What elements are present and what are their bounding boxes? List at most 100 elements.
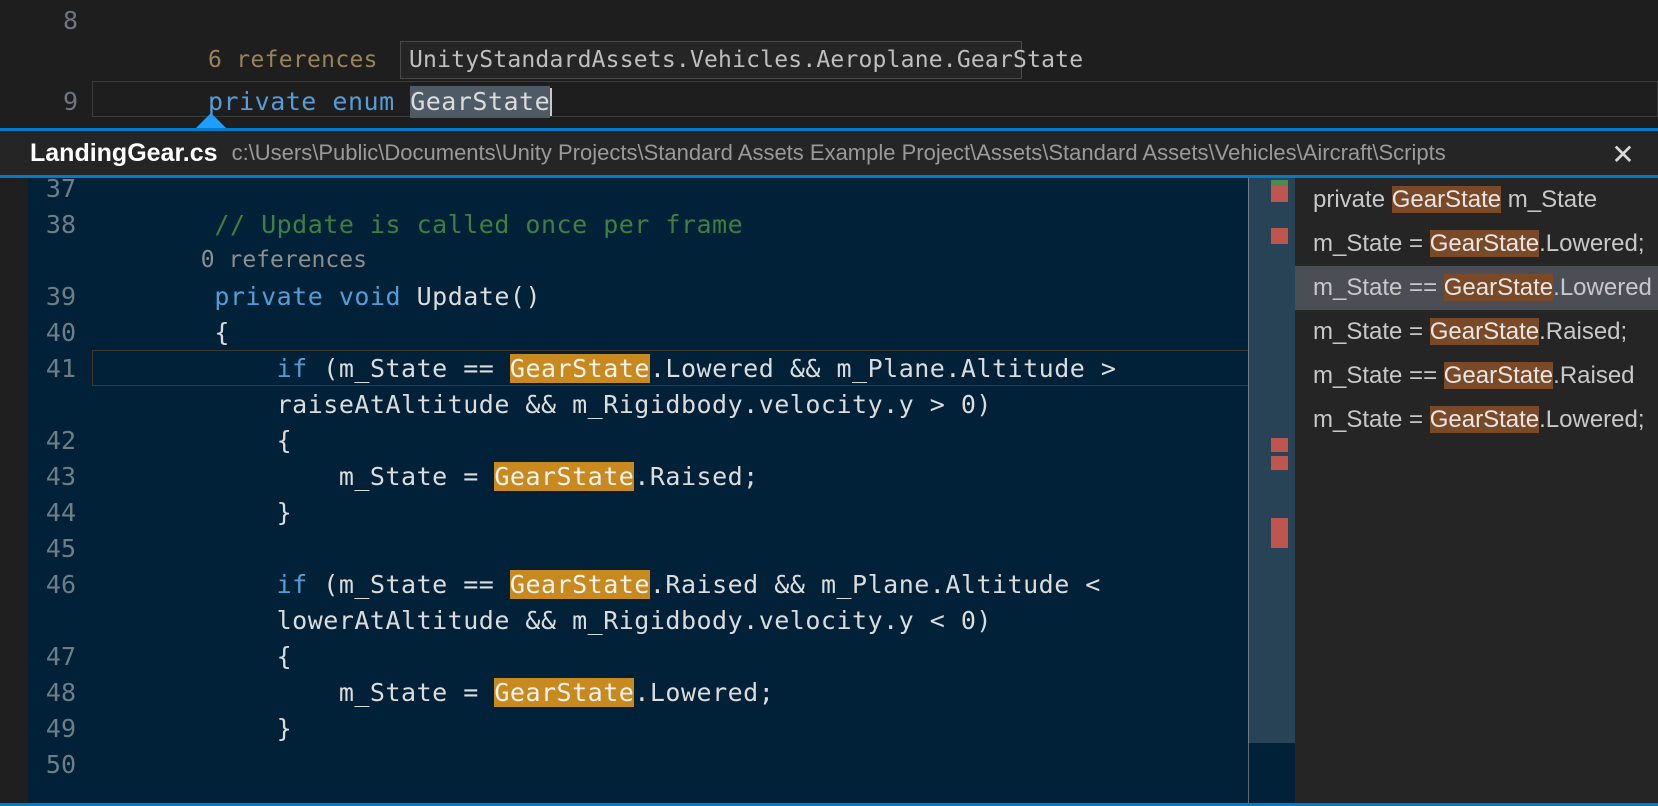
line-content: lowerAtAltitude && m_Rigidbody.velocity.… bbox=[90, 606, 992, 635]
reference-suffix: .Raised bbox=[1553, 362, 1634, 389]
code-token bbox=[90, 570, 277, 599]
peek-code-line[interactable]: 0 references bbox=[0, 242, 1295, 278]
type-tooltip: UnityStandardAssets.Vehicles.Aeroplane.G… bbox=[400, 41, 1022, 79]
editor-line-9[interactable]: 9 private enum GearState bbox=[0, 81, 1658, 121]
vscode-peek-definition-screen: 8 6 references 9 private enum GearState … bbox=[0, 0, 1658, 806]
code-token: m_State = bbox=[90, 678, 494, 707]
reference-prefix: m_State = bbox=[1313, 230, 1430, 257]
line-number: 42 bbox=[0, 426, 90, 455]
code-token: if bbox=[277, 570, 308, 599]
tooltip-text: UnityStandardAssets.Vehicles.Aeroplane.G… bbox=[409, 47, 1083, 73]
keyword-enum: enum bbox=[332, 87, 394, 116]
highlighted-symbol: GearState bbox=[510, 570, 650, 599]
peek-code-line[interactable]: 43 m_State = GearState.Raised; bbox=[0, 458, 1295, 494]
reference-suffix: .Raised; bbox=[1539, 318, 1627, 345]
peek-file-name: LandingGear.cs bbox=[30, 139, 218, 168]
reference-text: m_State = GearState.Lowered; bbox=[1313, 230, 1645, 258]
peek-code-line[interactable]: 40 { bbox=[0, 314, 1295, 350]
code-token bbox=[90, 282, 214, 311]
reference-list-item[interactable]: m_State == GearState.Lowered bbox=[1295, 266, 1658, 310]
line-number: 40 bbox=[0, 318, 90, 347]
line-content: if (m_State == GearState.Raised && m_Pla… bbox=[90, 570, 1101, 599]
highlighted-symbol: GearState bbox=[1430, 230, 1539, 257]
close-icon[interactable]: ✕ bbox=[1606, 140, 1640, 172]
peek-pointer-arrow bbox=[196, 113, 226, 128]
peek-code-line[interactable]: 42 { bbox=[0, 422, 1295, 458]
references-list-panel[interactable]: private GearState m_State m_State = GearS… bbox=[1295, 178, 1658, 806]
highlighted-symbol: GearState bbox=[510, 354, 650, 383]
line-number: 38 bbox=[0, 210, 90, 239]
code-token: raiseAtAltitude && m_Rigidbody.velocity.… bbox=[90, 390, 992, 419]
line-number: 45 bbox=[0, 534, 90, 563]
peek-code-line[interactable]: 49 } bbox=[0, 710, 1295, 746]
line-number: 44 bbox=[0, 498, 90, 527]
code-token: .Lowered && m_Plane.Altitude > bbox=[650, 354, 1117, 383]
code-token: { bbox=[90, 318, 230, 347]
line-number: 47 bbox=[0, 642, 90, 671]
peek-code-line[interactable]: lowerAtAltitude && m_Rigidbody.velocity.… bbox=[0, 602, 1295, 638]
peek-code-line[interactable]: 44 } bbox=[0, 494, 1295, 530]
line-content: m_State = GearState.Raised; bbox=[90, 462, 759, 491]
peek-code-line[interactable]: 39 private void Update() bbox=[0, 278, 1295, 314]
peek-file-path: c:\Users\Public\Documents\Unity Projects… bbox=[232, 140, 1446, 166]
reference-text: m_State == GearState.Raised bbox=[1313, 362, 1635, 390]
line-number: 9 bbox=[0, 87, 90, 116]
line-number: 49 bbox=[0, 714, 90, 743]
reference-prefix: m_State == bbox=[1313, 362, 1444, 389]
selected-identifier[interactable]: GearState bbox=[410, 86, 550, 118]
peek-code-line[interactable]: 50 bbox=[0, 746, 1295, 782]
codelens-references-link[interactable]: 6 references bbox=[90, 47, 378, 73]
peek-code-line[interactable]: 48 m_State = GearState.Lowered; bbox=[0, 674, 1295, 710]
peek-code-line[interactable]: 46 if (m_State == GearState.Raised && m_… bbox=[0, 566, 1295, 602]
code-token: (m_State == bbox=[308, 570, 510, 599]
peek-code-line[interactable]: 37 bbox=[0, 178, 1295, 206]
code-token: { bbox=[90, 426, 292, 455]
highlighted-symbol: GearState bbox=[1444, 362, 1553, 389]
line-content: { bbox=[90, 642, 292, 671]
line-content: } bbox=[90, 714, 292, 743]
code-token: .Raised && m_Plane.Altitude < bbox=[650, 570, 1101, 599]
peek-code-line[interactable]: 45 bbox=[0, 530, 1295, 566]
peek-code-line[interactable]: 47 { bbox=[0, 638, 1295, 674]
editor-line-8[interactable]: 8 bbox=[0, 0, 1658, 40]
reference-list-item[interactable]: m_State = GearState.Lowered; bbox=[1295, 398, 1658, 442]
reference-suffix: .Lowered; bbox=[1539, 230, 1644, 257]
reference-list-item[interactable]: m_State = GearState.Lowered; bbox=[1295, 222, 1658, 266]
code-token: } bbox=[90, 498, 292, 527]
line-number: 8 bbox=[0, 6, 90, 35]
code-token: // Update is called once per frame bbox=[90, 210, 743, 239]
codelens-references-link[interactable]: 0 references bbox=[90, 247, 367, 273]
code-token: private bbox=[214, 282, 323, 311]
reference-text: m_State == GearState.Lowered bbox=[1313, 274, 1652, 302]
line-number: 50 bbox=[0, 750, 90, 779]
highlighted-symbol: GearState bbox=[1444, 274, 1553, 301]
highlighted-symbol: GearState bbox=[1430, 318, 1539, 345]
line-content: if (m_State == GearState.Lowered && m_Pl… bbox=[90, 354, 1116, 383]
code-token: { bbox=[90, 642, 292, 671]
reference-text: private GearState m_State bbox=[1313, 186, 1597, 214]
line-content: m_State = GearState.Lowered; bbox=[90, 678, 774, 707]
reference-items: private GearState m_State m_State = GearS… bbox=[1295, 178, 1658, 442]
peek-code-line[interactable]: raiseAtAltitude && m_Rigidbody.velocity.… bbox=[0, 386, 1295, 422]
code-token bbox=[90, 354, 277, 383]
highlighted-symbol: GearState bbox=[1430, 406, 1539, 433]
vertical-scrollbar-thumb[interactable] bbox=[1248, 178, 1295, 743]
code-token: m_State = bbox=[90, 462, 494, 491]
line-content: private enum GearState bbox=[90, 87, 552, 116]
reference-suffix: m_State bbox=[1501, 186, 1597, 213]
reference-suffix: .Lowered bbox=[1553, 274, 1652, 301]
reference-prefix: m_State = bbox=[1313, 406, 1430, 433]
overview-ruler[interactable] bbox=[1248, 178, 1295, 806]
reference-text: m_State = GearState.Raised; bbox=[1313, 318, 1627, 346]
peek-definition-window: LandingGear.cs c:\Users\Public\Documents… bbox=[0, 128, 1658, 806]
reference-prefix: private bbox=[1313, 186, 1392, 213]
reference-list-item[interactable]: private GearState m_State bbox=[1295, 178, 1658, 222]
reference-list-item[interactable]: m_State = GearState.Raised; bbox=[1295, 310, 1658, 354]
peek-code-pane[interactable]: 3738 // Update is called once per frame … bbox=[0, 178, 1295, 806]
peek-code-line[interactable]: 41 if (m_State == GearState.Lowered && m… bbox=[0, 350, 1295, 386]
code-token: .Lowered; bbox=[634, 678, 774, 707]
text-caret bbox=[550, 88, 552, 116]
reference-list-item[interactable]: m_State == GearState.Raised bbox=[1295, 354, 1658, 398]
peek-code-line[interactable]: 38 // Update is called once per frame bbox=[0, 206, 1295, 242]
code-token: Update() bbox=[401, 282, 541, 311]
